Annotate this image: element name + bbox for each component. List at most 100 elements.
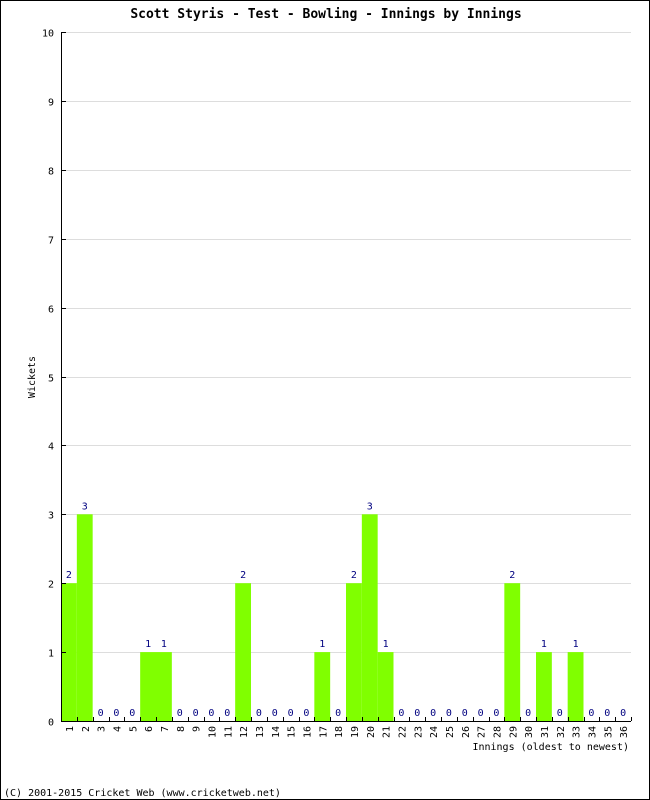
y-tick-label: 6 <box>48 305 54 316</box>
x-tick-label: 3 <box>97 726 108 732</box>
y-tick-label: 1 <box>48 649 54 660</box>
x-tick-label: 22 <box>397 726 408 738</box>
y-tick-label: 7 <box>48 236 54 247</box>
bar <box>156 652 172 721</box>
x-tick-label: 34 <box>587 726 598 738</box>
data-label: 0 <box>525 708 531 719</box>
data-label: 0 <box>430 708 436 719</box>
data-label: 0 <box>462 708 468 719</box>
bars <box>61 514 584 721</box>
data-label: 1 <box>145 639 151 650</box>
x-tick-label: 30 <box>524 726 535 738</box>
y-axis-label: Wickets <box>27 356 38 398</box>
data-label: 1 <box>319 639 325 650</box>
y-tick-label: 4 <box>48 442 54 453</box>
data-label: 0 <box>113 708 119 719</box>
x-tick-label: 5 <box>128 726 139 732</box>
x-tick-label: 15 <box>287 726 298 738</box>
x-tick-label: 28 <box>492 726 503 738</box>
chart-frame: Scott Styris - Test - Bowling - Innings … <box>0 0 650 800</box>
data-label: 0 <box>256 708 262 719</box>
x-tick-label: 23 <box>413 726 424 738</box>
data-label: 3 <box>367 501 373 512</box>
x-tick-label: 10 <box>207 726 218 738</box>
data-label: 1 <box>573 639 579 650</box>
data-label: 0 <box>129 708 135 719</box>
y-tick-label: 0 <box>48 718 54 729</box>
y-tick-labels: 0 1 2 3 4 5 6 7 8 9 10 <box>42 29 54 729</box>
x-tick-label: 9 <box>192 726 203 732</box>
x-tick-label: 19 <box>350 726 361 738</box>
bar <box>504 583 521 721</box>
y-tick-label: 2 <box>48 580 54 591</box>
data-label: 0 <box>446 708 452 719</box>
bar <box>140 652 156 721</box>
data-label: 0 <box>620 708 626 719</box>
x-tick-label: 11 <box>223 726 234 738</box>
data-label: 0 <box>224 708 230 719</box>
bar <box>235 583 251 721</box>
x-tick-label: 32 <box>556 726 567 738</box>
bar <box>567 652 584 721</box>
x-tick-label: 8 <box>176 726 187 732</box>
y-tick-label: 8 <box>48 167 54 178</box>
data-label: 1 <box>161 639 167 650</box>
x-tick-label: 36 <box>619 726 630 738</box>
x-tick-label: 33 <box>572 726 583 738</box>
data-label: 0 <box>557 708 563 719</box>
data-label: 0 <box>288 708 294 719</box>
bar-chart: Scott Styris - Test - Bowling - Innings … <box>4 7 632 799</box>
x-tick-label: 2 <box>81 726 92 732</box>
x-tick-label: 6 <box>144 726 155 732</box>
x-tick-label: 7 <box>160 726 171 732</box>
y-tick-label: 3 <box>48 511 54 522</box>
data-label: 0 <box>193 708 199 719</box>
data-label: 0 <box>588 708 594 719</box>
data-label: 0 <box>98 708 104 719</box>
bar <box>314 652 331 721</box>
data-label: 0 <box>398 708 404 719</box>
bar <box>76 514 93 721</box>
x-tick-label: 35 <box>603 726 614 738</box>
data-label: 1 <box>541 639 547 650</box>
data-label: 3 <box>82 501 88 512</box>
x-tick-label: 29 <box>508 726 519 738</box>
bar <box>346 583 362 721</box>
data-label: 0 <box>414 708 420 719</box>
data-label: 0 <box>177 708 183 719</box>
x-tick-label: 27 <box>477 726 488 738</box>
data-label: 2 <box>240 570 246 581</box>
y-tick-label: 5 <box>48 374 54 385</box>
chart-title: Scott Styris - Test - Bowling - Innings … <box>130 7 521 22</box>
x-tick-label: 14 <box>271 726 282 738</box>
data-label: 0 <box>604 708 610 719</box>
x-tick-label: 12 <box>239 726 250 738</box>
x-tick-label: 25 <box>445 726 456 738</box>
bar <box>536 652 552 721</box>
data-label: 2 <box>66 570 72 581</box>
x-tick-label: 17 <box>318 726 329 738</box>
x-tick-label: 13 <box>255 726 266 738</box>
x-tick-label: 20 <box>366 726 377 738</box>
data-label: 0 <box>272 708 278 719</box>
x-tick-label: 31 <box>540 726 551 738</box>
bar <box>361 514 378 721</box>
data-label: 0 <box>303 708 309 719</box>
x-tick-label: 21 <box>382 726 393 738</box>
y-tick-label: 9 <box>48 98 54 109</box>
x-tick-label: 26 <box>461 726 472 738</box>
x-tick-label: 4 <box>112 726 123 732</box>
bar <box>377 652 394 721</box>
data-label: 2 <box>351 570 357 581</box>
data-label: 2 <box>509 570 515 581</box>
x-tick-label: 1 <box>65 726 76 732</box>
data-label: 0 <box>208 708 214 719</box>
data-label: 0 <box>335 708 341 719</box>
data-label: 0 <box>478 708 484 719</box>
x-tick-label: 18 <box>334 726 345 738</box>
y-tick-label: 10 <box>42 29 54 40</box>
x-tick-labels: 1 2 3 4 5 6 7 8 9 10 11 12 13 14 15 16 17 18 19 20 21 22 23 24 2… <box>65 726 630 738</box>
x-tick-label: 16 <box>302 726 313 738</box>
copyright-footer: (C) 2001-2015 Cricket Web (www.cricketwe… <box>4 788 281 799</box>
data-label: 0 <box>493 708 499 719</box>
